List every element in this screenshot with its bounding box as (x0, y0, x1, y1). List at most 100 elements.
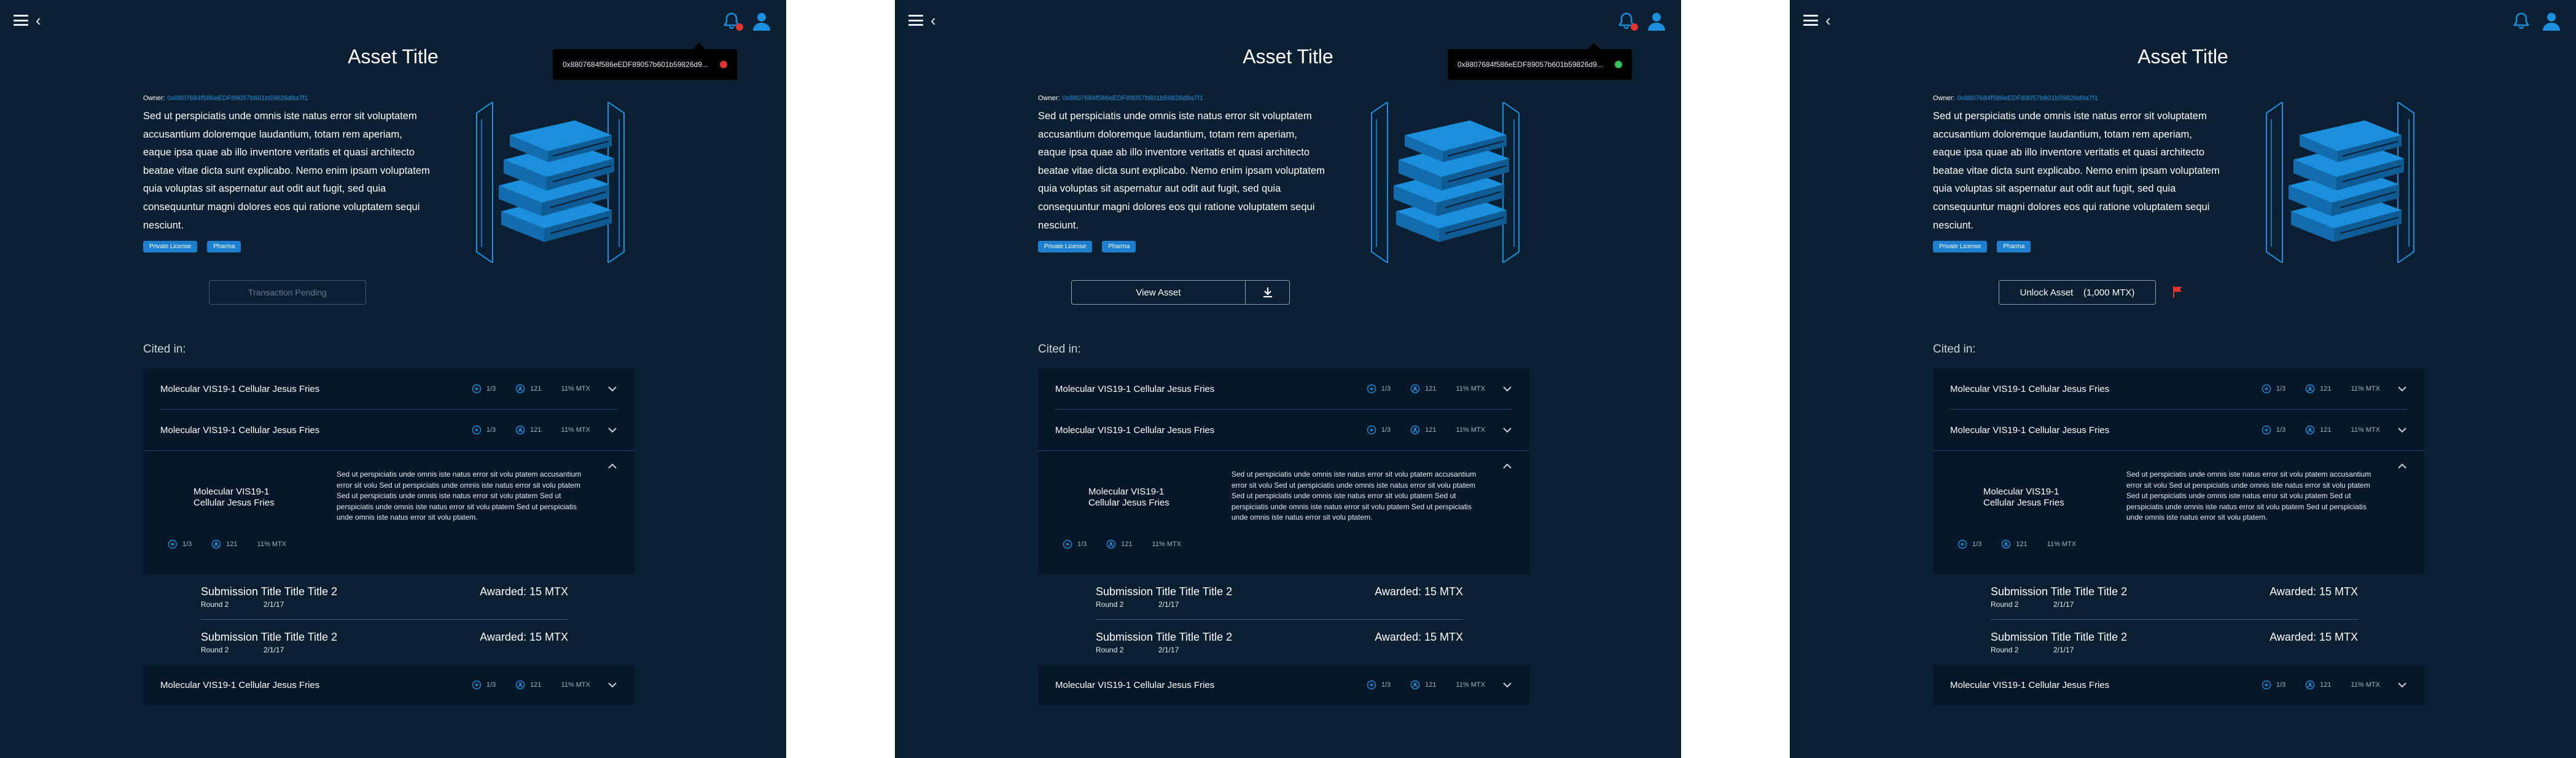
chevron-down-icon[interactable] (2397, 427, 2407, 433)
versions-stat: 1/3 (472, 425, 496, 435)
price-stat: 11% MTX (2351, 426, 2380, 434)
menu-icon[interactable] (14, 15, 28, 26)
submission-item[interactable]: Submission Title Title Title 2 Round 2 2/1… (143, 620, 634, 665)
tag-category[interactable]: Pharma (1997, 241, 2031, 252)
storyboard: ‹ Asset Title 0x8807684f586eEDF89057b601… (0, 0, 2576, 758)
owner-address-link[interactable]: 0x8807684f586eEDF89057b601b59826d9a7f1 (167, 95, 308, 102)
books-illustration (1371, 102, 1520, 263)
citation-row[interactable]: Molecular VIS19-1 Cellular Jesus Fries 1/… (143, 665, 634, 705)
citation-meta: 1/3 121 11% MTX (168, 539, 286, 549)
citation-title: Molecular VIS19-1 Cellular Jesus Fries (1055, 424, 1215, 436)
tag-category[interactable]: Pharma (1102, 241, 1136, 252)
notification-badge (1631, 23, 1638, 31)
tag-category[interactable]: Pharma (207, 241, 241, 252)
chevron-up-icon[interactable] (607, 463, 617, 469)
view-asset-button[interactable]: View Asset (1072, 281, 1245, 304)
books-illustration (2266, 102, 2414, 263)
citation-row[interactable]: Molecular VIS19-1 Cellular Jesus Fries 1/… (1933, 410, 2424, 450)
chevron-down-icon[interactable] (2397, 386, 2407, 392)
citation-row[interactable]: Molecular VIS19-1 Cellular Jesus Fries 1/… (1038, 410, 1529, 450)
back-arrow-icon[interactable]: ‹ (1825, 12, 1831, 28)
citation-row[interactable]: Molecular VIS19-1 Cellular Jesus Fries 1/… (1038, 665, 1529, 705)
versions-value: 1/3 (486, 681, 496, 689)
versions-value: 1/3 (2276, 681, 2286, 689)
versions-icon (2262, 680, 2271, 690)
tag-license[interactable]: Private License (1933, 241, 1988, 252)
price-stat: 11% MTX (257, 541, 287, 548)
contributors-value: 121 (2320, 681, 2332, 689)
versions-stat: 1/3 (1063, 539, 1087, 549)
asset-description: Sed ut perspiciatis unde omnis iste natu… (1038, 111, 1325, 231)
citation-row[interactable]: Molecular VIS19-1 Cellular Jesus Fries 1/… (1933, 665, 2424, 705)
user-icon[interactable] (752, 12, 771, 31)
transaction-pending-button: Transaction Pending (209, 280, 366, 305)
chevron-down-icon[interactable] (607, 427, 617, 433)
submission-item[interactable]: Submission Title Title Title 2 Round 2 2/1… (143, 574, 634, 619)
contributors-icon (1410, 680, 1420, 690)
versions-value: 1/3 (486, 385, 496, 393)
flag-icon[interactable] (2172, 285, 2184, 299)
contributors-stat: 121 (1410, 425, 1437, 435)
versions-value: 1/3 (1972, 541, 1982, 548)
citation-meta: 1/3 121 11% MTX (472, 384, 590, 394)
citation-row[interactable]: Molecular VIS19-1 Cellular Jesus Fries 1/… (1038, 369, 1529, 409)
versions-stat: 1/3 (1367, 680, 1391, 690)
citation-row[interactable]: Molecular VIS19-1 Cellular Jesus Fries 1/… (1933, 369, 2424, 409)
owner-label: Owner: (1933, 95, 1955, 102)
versions-icon (472, 680, 482, 690)
chevron-down-icon[interactable] (2397, 682, 2407, 688)
versions-value: 1/3 (1077, 541, 1087, 548)
submission-date: 2/1/17 (2053, 646, 2074, 654)
chevron-down-icon[interactable] (607, 682, 617, 688)
submission-title: Submission Title Title Title 2 (1096, 631, 1233, 643)
cited-in-heading: Cited in: (143, 343, 186, 356)
tag-license[interactable]: Private License (143, 241, 198, 252)
user-icon[interactable] (1647, 12, 1666, 31)
citation-row[interactable]: Molecular VIS19-1 Cellular Jesus Fries 1/… (143, 410, 634, 450)
back-arrow-icon[interactable]: ‹ (36, 12, 41, 28)
citation-title: Molecular VIS19-1 Cellular Jesus Fries (160, 679, 320, 690)
tag-license[interactable]: Private License (1038, 241, 1093, 252)
user-icon[interactable] (2542, 12, 2561, 31)
submission-item[interactable]: Submission Title Title Title 2 Round 2 2/1… (1933, 574, 2424, 619)
submission-title: Submission Title Title Title 2 (201, 585, 338, 598)
owner-address-link[interactable]: 0x8807684f586eEDF89057b601b59826d9a7f1 (1957, 95, 2098, 102)
chevron-down-icon[interactable] (607, 386, 617, 392)
back-arrow-icon[interactable]: ‹ (931, 12, 936, 28)
submission-round: Round 2 (201, 646, 229, 654)
citation-title: Molecular VIS19-1 Cellular Jesus Fries (1055, 679, 1215, 690)
menu-icon[interactable] (908, 15, 923, 26)
price-stat: 11% MTX (1152, 541, 1182, 548)
contributors-value: 121 (2320, 426, 2332, 434)
chevron-down-icon[interactable] (1502, 427, 1512, 433)
unlock-asset-button[interactable]: Unlock Asset (1,000 MTX) (1999, 280, 2156, 305)
contributors-value: 121 (1425, 426, 1437, 434)
versions-icon (472, 384, 482, 394)
asset-tags: Private License Pharma (143, 241, 241, 252)
contributors-stat: 121 (515, 384, 542, 394)
submission-title: Submission Title Title Title 2 (201, 631, 338, 643)
submission-item[interactable]: Submission Title Title Title 2 Round 2 2/1… (1038, 574, 1529, 619)
contributors-icon (2002, 539, 2011, 549)
chevron-up-icon[interactable] (1502, 463, 1512, 469)
asset-tags: Private License Pharma (1038, 241, 1136, 252)
chevron-up-icon[interactable] (2397, 463, 2407, 469)
citation-title: Molecular VIS19-1 Cellular Jesus Fries (1950, 383, 2110, 394)
contributors-icon (2305, 680, 2315, 690)
contributors-stat: 121 (2305, 680, 2332, 690)
submission-item[interactable]: Submission Title Title Title 2 Round 2 2/1… (1933, 620, 2424, 665)
citation-row[interactable]: Molecular VIS19-1 Cellular Jesus Fries 1/… (143, 369, 634, 409)
menu-icon[interactable] (1803, 15, 1818, 26)
versions-stat: 1/3 (472, 384, 496, 394)
bell-icon[interactable] (2513, 12, 2529, 29)
owner-address-link[interactable]: 0x8807684f586eEDF89057b601b59826d9a7f1 (1062, 95, 1203, 102)
books-illustration (476, 102, 625, 263)
submission-item[interactable]: Submission Title Title Title 2 Round 2 2/1… (1038, 620, 1529, 665)
chevron-down-icon[interactable] (1502, 386, 1512, 392)
versions-icon (1367, 384, 1376, 394)
submission-award: Awarded: 15 MTX (1375, 585, 1463, 598)
expanded-description: Sed ut perspiciatis unde omnis iste natu… (2126, 470, 2371, 522)
download-button[interactable] (1245, 281, 1289, 304)
chevron-down-icon[interactable] (1502, 682, 1512, 688)
expanded-description: Sed ut perspiciatis unde omnis iste natu… (337, 470, 582, 522)
